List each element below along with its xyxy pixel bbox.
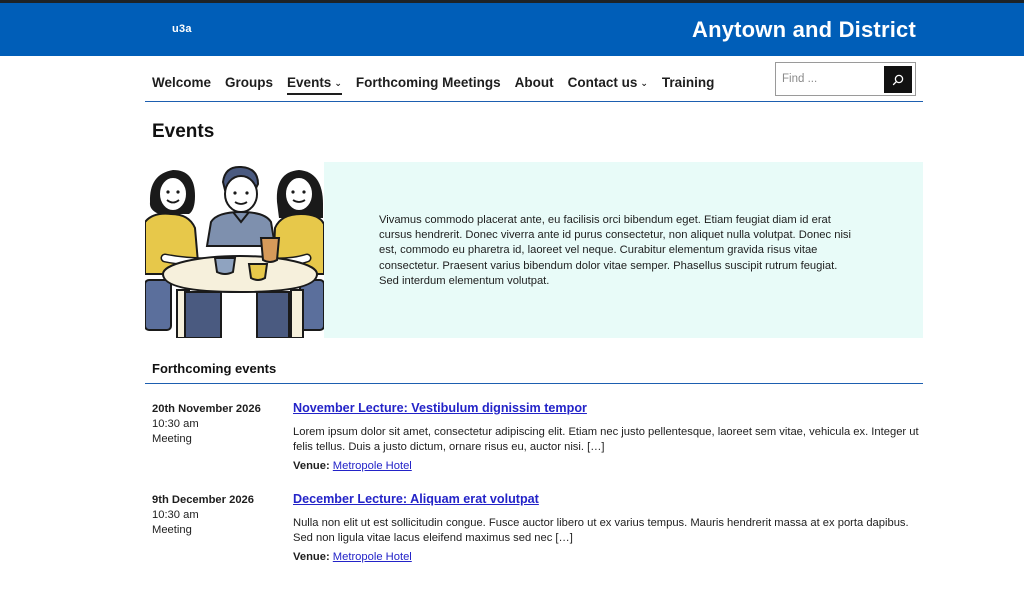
- hero-intro-panel: Vivamus commodo placerat ante, eu facili…: [324, 162, 923, 338]
- event-type: Meeting: [152, 433, 192, 445]
- nav-item-label: Forthcoming Meetings: [355, 74, 501, 90]
- nav-divider: [145, 101, 923, 102]
- nav-item-training[interactable]: Training: [662, 71, 715, 93]
- venue-link[interactable]: Metropole Hotel: [333, 460, 412, 472]
- main-navigation: Welcome Groups Events ⌄ Forthcoming Meeti…: [152, 71, 728, 95]
- search-icon: [892, 74, 904, 85]
- event-time: 10:30 am: [152, 418, 199, 430]
- event-description: Nulla non elit ut est sollicitudin congu…: [293, 517, 909, 545]
- nav-item-contact-us[interactable]: Contact us ⌄: [568, 71, 648, 93]
- people-around-table-illustration: [145, 162, 324, 338]
- event-title-link[interactable]: December Lecture: Aliquam erat volutpat: [293, 492, 539, 506]
- section-title: Forthcoming events: [152, 361, 277, 376]
- search-input[interactable]: [780, 66, 880, 92]
- event-time: 10:30 am: [152, 509, 199, 521]
- venue-label: Venue:: [293, 551, 330, 563]
- chevron-down-icon[interactable]: ⌄: [640, 78, 648, 89]
- page-title: Events: [152, 121, 215, 142]
- intro-text: Vivamus commodo placerat ante, eu facili…: [379, 214, 852, 287]
- search-button[interactable]: [884, 66, 912, 93]
- nav-item-welcome[interactable]: Welcome: [152, 71, 211, 93]
- nav-item-label: Events: [287, 74, 332, 90]
- event-venue: Venue: Metropole Hotel: [293, 551, 412, 563]
- section-divider: [145, 383, 923, 384]
- site-logo[interactable]: u3a: [172, 23, 192, 35]
- nav-item-groups[interactable]: Groups: [225, 71, 273, 93]
- nav-item-label: About: [514, 74, 554, 90]
- venue-link[interactable]: Metropole Hotel: [333, 551, 412, 563]
- event-title-link[interactable]: November Lecture: Vestibulum dignissim t…: [293, 401, 587, 415]
- event-date: 9th December 2026: [152, 494, 254, 506]
- search-form: [775, 62, 916, 96]
- site-title[interactable]: Anytown and District: [692, 17, 916, 43]
- nav-item-about[interactable]: About: [515, 71, 554, 93]
- event-venue: Venue: Metropole Hotel: [293, 460, 412, 472]
- site-header: u3a Anytown and District: [0, 3, 1024, 56]
- nav-item-forthcoming-meetings[interactable]: Forthcoming Meetings: [356, 71, 501, 93]
- chevron-down-icon[interactable]: ⌄: [334, 78, 342, 89]
- nav-item-label: Contact us: [567, 74, 638, 90]
- nav-item-events[interactable]: Events ⌄: [287, 71, 342, 95]
- nav-item-label: Groups: [225, 74, 274, 90]
- nav-item-label: Training: [661, 74, 715, 90]
- event-type: Meeting: [152, 524, 192, 536]
- nav-item-label: Welcome: [152, 74, 212, 90]
- venue-label: Venue:: [293, 460, 330, 472]
- event-description: Lorem ipsum dolor sit amet, consectetur …: [293, 426, 919, 454]
- event-date: 20th November 2026: [152, 403, 261, 415]
